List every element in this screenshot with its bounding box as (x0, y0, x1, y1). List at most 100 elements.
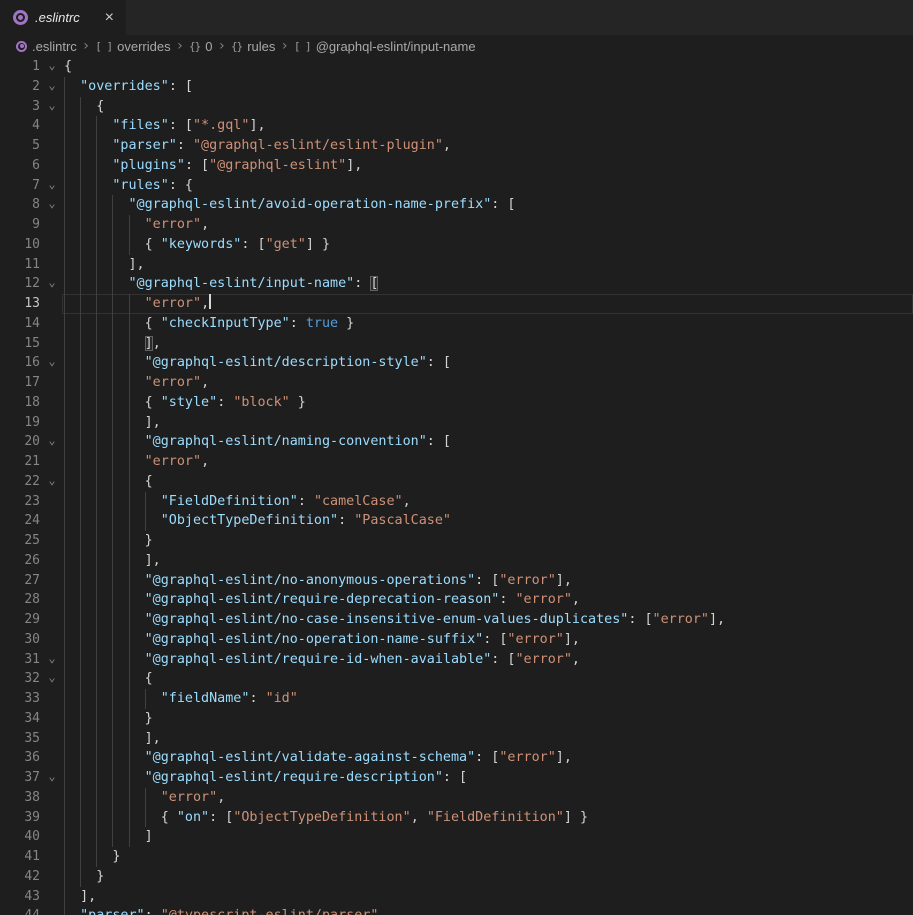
code-line[interactable]: 21 "error", (0, 452, 913, 472)
code-text: "overrides": [ (64, 77, 193, 97)
code-line[interactable]: 39 { "on": ["ObjectTypeDefinition", "Fie… (0, 808, 913, 828)
code-line[interactable]: 33 "fieldName": "id" (0, 689, 913, 709)
code-line[interactable]: 29 "@graphql-eslint/no-case-insensitive-… (0, 610, 913, 630)
code-line[interactable]: 15 ], (0, 334, 913, 354)
line-number: 23 (0, 492, 40, 512)
code-line[interactable]: 7⌄ "rules": { (0, 176, 913, 196)
code-line[interactable]: 3⌄ { (0, 97, 913, 117)
code-text: "ObjectTypeDefinition": "PascalCase" (64, 511, 451, 531)
code-line[interactable]: 1⌄{ (0, 57, 913, 77)
code-line[interactable]: 37⌄ "@graphql-eslint/require-description… (0, 768, 913, 788)
code-line[interactable]: 35 ], (0, 729, 913, 749)
code-line[interactable]: 28 "@graphql-eslint/require-deprecation-… (0, 590, 913, 610)
line-number: 29 (0, 610, 40, 630)
line-number: 30 (0, 630, 40, 650)
chevron-down-icon[interactable]: ⌄ (44, 472, 60, 492)
code-line[interactable]: 18 { "style": "block" } (0, 393, 913, 413)
code-line[interactable]: 36 "@graphql-eslint/validate-against-sch… (0, 748, 913, 768)
code-line[interactable]: 12⌄ "@graphql-eslint/input-name": [ (0, 274, 913, 294)
code-line[interactable]: 22⌄ { (0, 472, 913, 492)
tab-title: .eslintrc (35, 10, 96, 25)
code-line[interactable]: 24 "ObjectTypeDefinition": "PascalCase" (0, 511, 913, 531)
code-line[interactable]: 23 "FieldDefinition": "camelCase", (0, 492, 913, 512)
code-line[interactable]: 14 { "checkInputType": true } (0, 314, 913, 334)
chevron-down-icon[interactable]: ⌄ (44, 353, 60, 373)
line-number: 14 (0, 314, 40, 334)
code-text: { "checkInputType": true } (64, 314, 354, 334)
chevron-down-icon[interactable]: ⌄ (44, 57, 60, 77)
chevron-down-icon[interactable]: ⌄ (44, 768, 60, 788)
code-line[interactable]: 13 "error", (0, 294, 913, 314)
line-number: 24 (0, 511, 40, 531)
code-line[interactable]: 26 ], (0, 551, 913, 571)
line-number: 42 (0, 867, 40, 887)
code-line[interactable]: 34 } (0, 709, 913, 729)
code-line[interactable]: 42 } (0, 867, 913, 887)
code-text: "@graphql-eslint/input-name": [ (64, 274, 378, 294)
code-line[interactable]: 19 ], (0, 413, 913, 433)
chevron-down-icon[interactable]: ⌄ (44, 669, 60, 689)
chevron-down-icon[interactable]: ⌄ (44, 432, 60, 452)
code-line[interactable]: 16⌄ "@graphql-eslint/description-style":… (0, 353, 913, 373)
code-line[interactable]: 6 "plugins": ["@graphql-eslint"], (0, 156, 913, 176)
code-text: "error", (64, 452, 209, 472)
eslint-file-icon (13, 10, 28, 25)
breadcrumb-item--graphql-eslint-input-name[interactable]: [ ]@graphql-eslint/input-name (294, 39, 476, 54)
line-number: 1 (0, 57, 40, 77)
line-number: 40 (0, 827, 40, 847)
line-number: 18 (0, 393, 40, 413)
code-line[interactable]: 31⌄ "@graphql-eslint/require-id-when-ava… (0, 650, 913, 670)
code-text: ], (64, 255, 145, 275)
code-line[interactable]: 32⌄ { (0, 669, 913, 689)
code-line[interactable]: 25 } (0, 531, 913, 551)
breadcrumb-label: 0 (205, 39, 212, 54)
line-number: 9 (0, 215, 40, 235)
line-number: 33 (0, 689, 40, 709)
code-line[interactable]: 20⌄ "@graphql-eslint/naming-convention":… (0, 432, 913, 452)
code-line[interactable]: 5 "parser": "@graphql-eslint/eslint-plug… (0, 136, 913, 156)
breadcrumb-item-0[interactable]: {}0 (189, 39, 212, 54)
code-line[interactable]: 8⌄ "@graphql-eslint/avoid-operation-name… (0, 195, 913, 215)
code-line[interactable]: 9 "error", (0, 215, 913, 235)
code-line[interactable]: 17 "error", (0, 373, 913, 393)
code-line[interactable]: 27 "@graphql-eslint/no-anonymous-operati… (0, 571, 913, 591)
chevron-down-icon[interactable]: ⌄ (44, 195, 60, 215)
code-line[interactable]: 44 "parser": "@typescript-eslint/parser"… (0, 906, 913, 915)
breadcrumb-item-overrides[interactable]: [ ]overrides (95, 39, 170, 54)
line-number: 7 (0, 176, 40, 196)
code-text: { (64, 97, 104, 117)
breadcrumb-item-rules[interactable]: {}rules (231, 39, 275, 54)
line-number: 12 (0, 274, 40, 294)
code-text: "FieldDefinition": "camelCase", (64, 492, 411, 512)
line-number: 26 (0, 551, 40, 571)
line-number: 8 (0, 195, 40, 215)
code-line[interactable]: 41 } (0, 847, 913, 867)
code-text: } (64, 847, 120, 867)
code-text: "fieldName": "id" (64, 689, 298, 709)
code-line[interactable]: 2⌄ "overrides": [ (0, 77, 913, 97)
code-text: ], (64, 413, 161, 433)
chevron-down-icon[interactable]: ⌄ (44, 77, 60, 97)
code-line[interactable]: 11 ], (0, 255, 913, 275)
code-line[interactable]: 43 ], (0, 887, 913, 907)
breadcrumb-label: rules (247, 39, 275, 54)
chevron-down-icon[interactable]: ⌄ (44, 97, 60, 117)
code-line[interactable]: 30 "@graphql-eslint/no-operation-name-su… (0, 630, 913, 650)
close-icon[interactable]: × (103, 10, 116, 26)
chevron-down-icon[interactable]: ⌄ (44, 274, 60, 294)
line-number: 25 (0, 531, 40, 551)
code-line[interactable]: 10 { "keywords": ["get"] } (0, 235, 913, 255)
code-line[interactable]: 40 ] (0, 827, 913, 847)
code-line[interactable]: 38 "error", (0, 788, 913, 808)
breadcrumb-label: @graphql-eslint/input-name (316, 39, 476, 54)
code-text: ] (64, 827, 153, 847)
code-text: "@graphql-eslint/no-anonymous-operations… (64, 571, 572, 591)
line-number: 20 (0, 432, 40, 452)
code-editor[interactable]: 1⌄{2⌄ "overrides": [3⌄ {4 "files": ["*.g… (0, 57, 913, 915)
code-line[interactable]: 4 "files": ["*.gql"], (0, 116, 913, 136)
tab-eslintrc[interactable]: .eslintrc × (0, 0, 126, 35)
chevron-down-icon[interactable]: ⌄ (44, 176, 60, 196)
breadcrumb-item--eslintrc[interactable]: .eslintrc (16, 39, 77, 54)
line-number: 17 (0, 373, 40, 393)
chevron-down-icon[interactable]: ⌄ (44, 650, 60, 670)
